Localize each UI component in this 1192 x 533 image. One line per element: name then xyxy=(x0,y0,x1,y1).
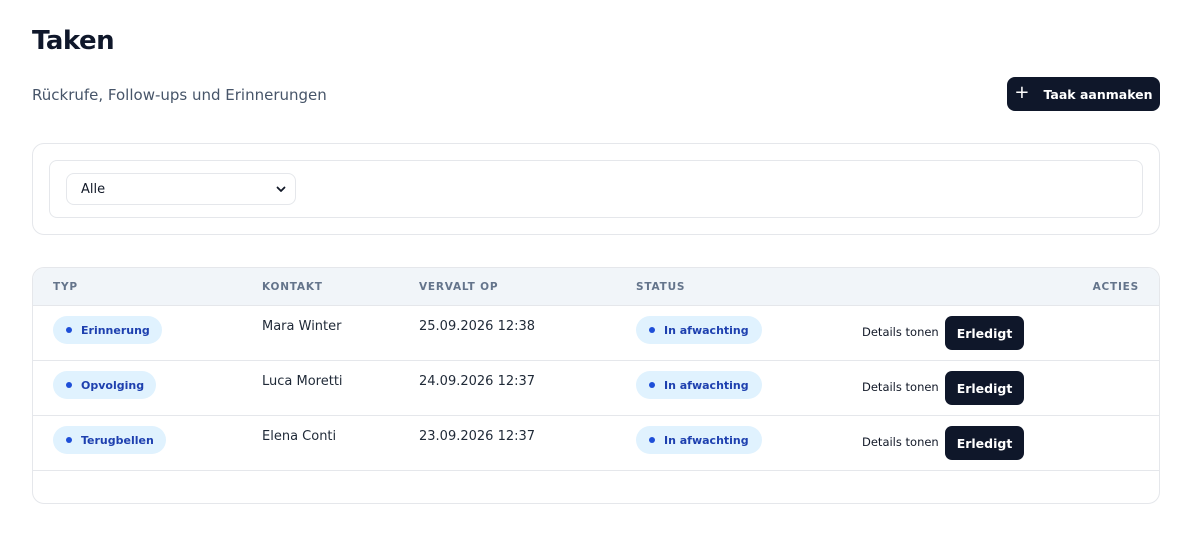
table-row: Opvolging Luca Moretti 24.09.2026 12:37 … xyxy=(33,361,1159,416)
dot-icon xyxy=(66,437,72,443)
status-label: In afwachting xyxy=(664,433,749,447)
dot-icon xyxy=(66,382,72,388)
dot-icon xyxy=(649,327,655,333)
dot-icon xyxy=(649,437,655,443)
filter-panel: Alle xyxy=(49,160,1143,218)
column-header-due: VERVALT OP xyxy=(419,281,499,293)
plus-icon: + xyxy=(1014,82,1030,103)
dot-icon xyxy=(66,327,72,333)
table-row: Terugbellen Elena Conti 23.09.2026 12:37… xyxy=(33,416,1159,471)
contact-name: Mara Winter xyxy=(262,319,342,334)
status-label: In afwachting xyxy=(664,323,749,337)
column-header-actions: ACTIES xyxy=(1092,281,1139,293)
table-header: TYP KONTAKT VERVALT OP STATUS ACTIES xyxy=(33,268,1159,306)
filter-card: Alle xyxy=(32,143,1160,235)
status-badge: In afwachting xyxy=(636,426,762,454)
details-link[interactable]: Details tonen xyxy=(862,325,939,339)
column-header-status: STATUS xyxy=(636,281,686,293)
type-badge: Terugbellen xyxy=(53,426,166,454)
page-title: Taken xyxy=(32,26,115,56)
column-header-contact: KONTAKT xyxy=(262,281,323,293)
mark-done-button[interactable]: Erledigt xyxy=(945,426,1024,460)
type-filter-select[interactable]: Alle xyxy=(66,173,296,205)
type-badge: Erinnerung xyxy=(53,316,162,344)
type-label: Opvolging xyxy=(81,378,145,392)
due-date: 24.09.2026 12:37 xyxy=(419,374,536,389)
tasks-table: TYP KONTAKT VERVALT OP STATUS ACTIES Eri… xyxy=(32,267,1160,504)
create-task-button[interactable]: + Taak aanmaken xyxy=(1007,77,1160,111)
create-task-label: Taak aanmaken xyxy=(1043,86,1153,102)
type-label: Terugbellen xyxy=(81,433,154,447)
chevron-down-icon xyxy=(276,186,286,192)
contact-name: Luca Moretti xyxy=(262,374,343,389)
due-date: 23.09.2026 12:37 xyxy=(419,429,536,444)
due-date: 25.09.2026 12:38 xyxy=(419,319,536,334)
table-row: Erinnerung Mara Winter 25.09.2026 12:38 … xyxy=(33,306,1159,361)
status-badge: In afwachting xyxy=(636,371,762,399)
type-badge: Opvolging xyxy=(53,371,157,399)
details-link[interactable]: Details tonen xyxy=(862,380,939,394)
type-filter-value: Alle xyxy=(81,181,106,197)
column-header-type: TYP xyxy=(53,281,78,293)
mark-done-button[interactable]: Erledigt xyxy=(945,316,1024,350)
status-badge: In afwachting xyxy=(636,316,762,344)
page-subtitle: Rückrufe, Follow-ups und Erinnerungen xyxy=(32,86,327,104)
dot-icon xyxy=(649,382,655,388)
details-link[interactable]: Details tonen xyxy=(862,435,939,449)
mark-done-button[interactable]: Erledigt xyxy=(945,371,1024,405)
status-label: In afwachting xyxy=(664,378,749,392)
contact-name: Elena Conti xyxy=(262,429,337,444)
type-label: Erinnerung xyxy=(81,323,150,337)
